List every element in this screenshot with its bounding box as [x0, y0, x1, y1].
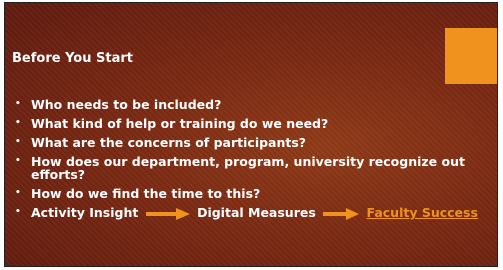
- bullet-text: What are the concerns of participants?: [31, 135, 307, 150]
- bullet-item-progression: • Activity Insight Digital Measures Facu…: [13, 206, 483, 220]
- progression-step-2: Digital Measures: [197, 205, 316, 220]
- bullet-item: • Who needs to be included?: [13, 98, 483, 111]
- bullet-list: • Who needs to be included? • What kind …: [13, 98, 483, 226]
- presentation-slide: Before You Start • Who needs to be inclu…: [4, 2, 498, 267]
- bullet-item: • What kind of help or training do we ne…: [13, 117, 483, 130]
- bullet-item: • How does our department, program, univ…: [13, 155, 483, 181]
- faculty-success-link[interactable]: Faculty Success: [367, 205, 478, 220]
- slide-title: Before You Start: [12, 51, 133, 66]
- bullet-text: What kind of help or training do we need…: [31, 116, 329, 131]
- progression-step-1: Activity Insight: [31, 205, 139, 220]
- bullet-dot: •: [15, 118, 21, 128]
- bullet-dot: •: [15, 137, 21, 147]
- bullet-item: • What are the concerns of participants?: [13, 136, 483, 149]
- bullet-text: How do we find the time to this?: [31, 186, 261, 201]
- bullet-dot: •: [15, 188, 21, 198]
- bullet-item: • How do we find the time to this?: [13, 187, 483, 200]
- bullet-text: How does our department, program, univer…: [31, 154, 465, 182]
- arrow-right-icon: [323, 207, 360, 220]
- bullet-text: Who needs to be included?: [31, 97, 222, 112]
- bullet-dot: •: [15, 156, 21, 166]
- accent-square: [445, 28, 497, 84]
- bullet-dot: •: [15, 207, 21, 217]
- arrow-right-icon: [145, 207, 190, 220]
- bullet-dot: •: [15, 99, 21, 109]
